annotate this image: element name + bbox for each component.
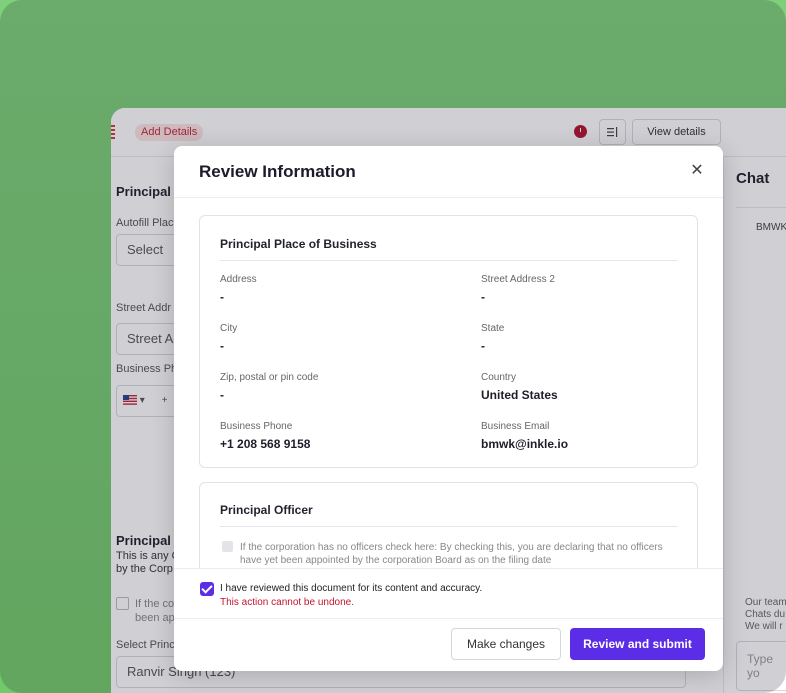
zip-label: Zip, postal or pin code <box>220 372 319 383</box>
card-title: Principal Place of Business <box>220 237 377 251</box>
city-label: City <box>220 323 238 334</box>
card-title: Principal Officer <box>220 503 313 517</box>
state-label: State <box>481 323 505 334</box>
state-value: - <box>481 339 485 353</box>
address-value: - <box>220 290 224 304</box>
no-officers-checkbox[interactable] <box>222 541 233 552</box>
modal-body[interactable]: Principal Place of Business Address - St… <box>174 198 723 568</box>
address-label: Address <box>220 274 257 285</box>
email-label: Business Email <box>481 421 550 432</box>
confirm-checkbox[interactable] <box>200 582 214 596</box>
principal-place-card: Principal Place of Business Address - St… <box>199 215 698 468</box>
email-value: bmwk@inkle.io <box>481 437 569 451</box>
street2-value: - <box>481 290 485 304</box>
confirm-text: I have reviewed this document for its co… <box>220 583 483 594</box>
divider <box>220 526 678 527</box>
make-changes-button[interactable]: Make changes <box>451 628 561 660</box>
modal-header: Review Information ✕ <box>174 146 723 198</box>
zip-value: - <box>220 388 224 402</box>
principal-officer-card: Principal Officer If the corporation has… <box>199 482 698 568</box>
modal-footer: Make changes Review and submit <box>174 618 723 671</box>
confirm-section: I have reviewed this document for its co… <box>174 568 723 618</box>
review-modal: Review Information ✕ Principal Place of … <box>174 146 723 671</box>
city-value: - <box>220 339 224 353</box>
confirm-warning: This action cannot be undone. <box>220 597 354 608</box>
phone-label: Business Phone <box>220 421 293 432</box>
divider <box>220 260 678 261</box>
no-officers-text: If the corporation has no officers check… <box>240 542 663 566</box>
street2-label: Street Address 2 <box>481 274 555 285</box>
modal-title: Review Information <box>199 162 356 181</box>
close-icon[interactable]: ✕ <box>689 163 705 179</box>
country-value: United States <box>481 388 558 402</box>
review-submit-button[interactable]: Review and submit <box>570 628 705 660</box>
phone-value: +1 208 568 9158 <box>220 437 311 451</box>
country-label: Country <box>481 372 517 383</box>
